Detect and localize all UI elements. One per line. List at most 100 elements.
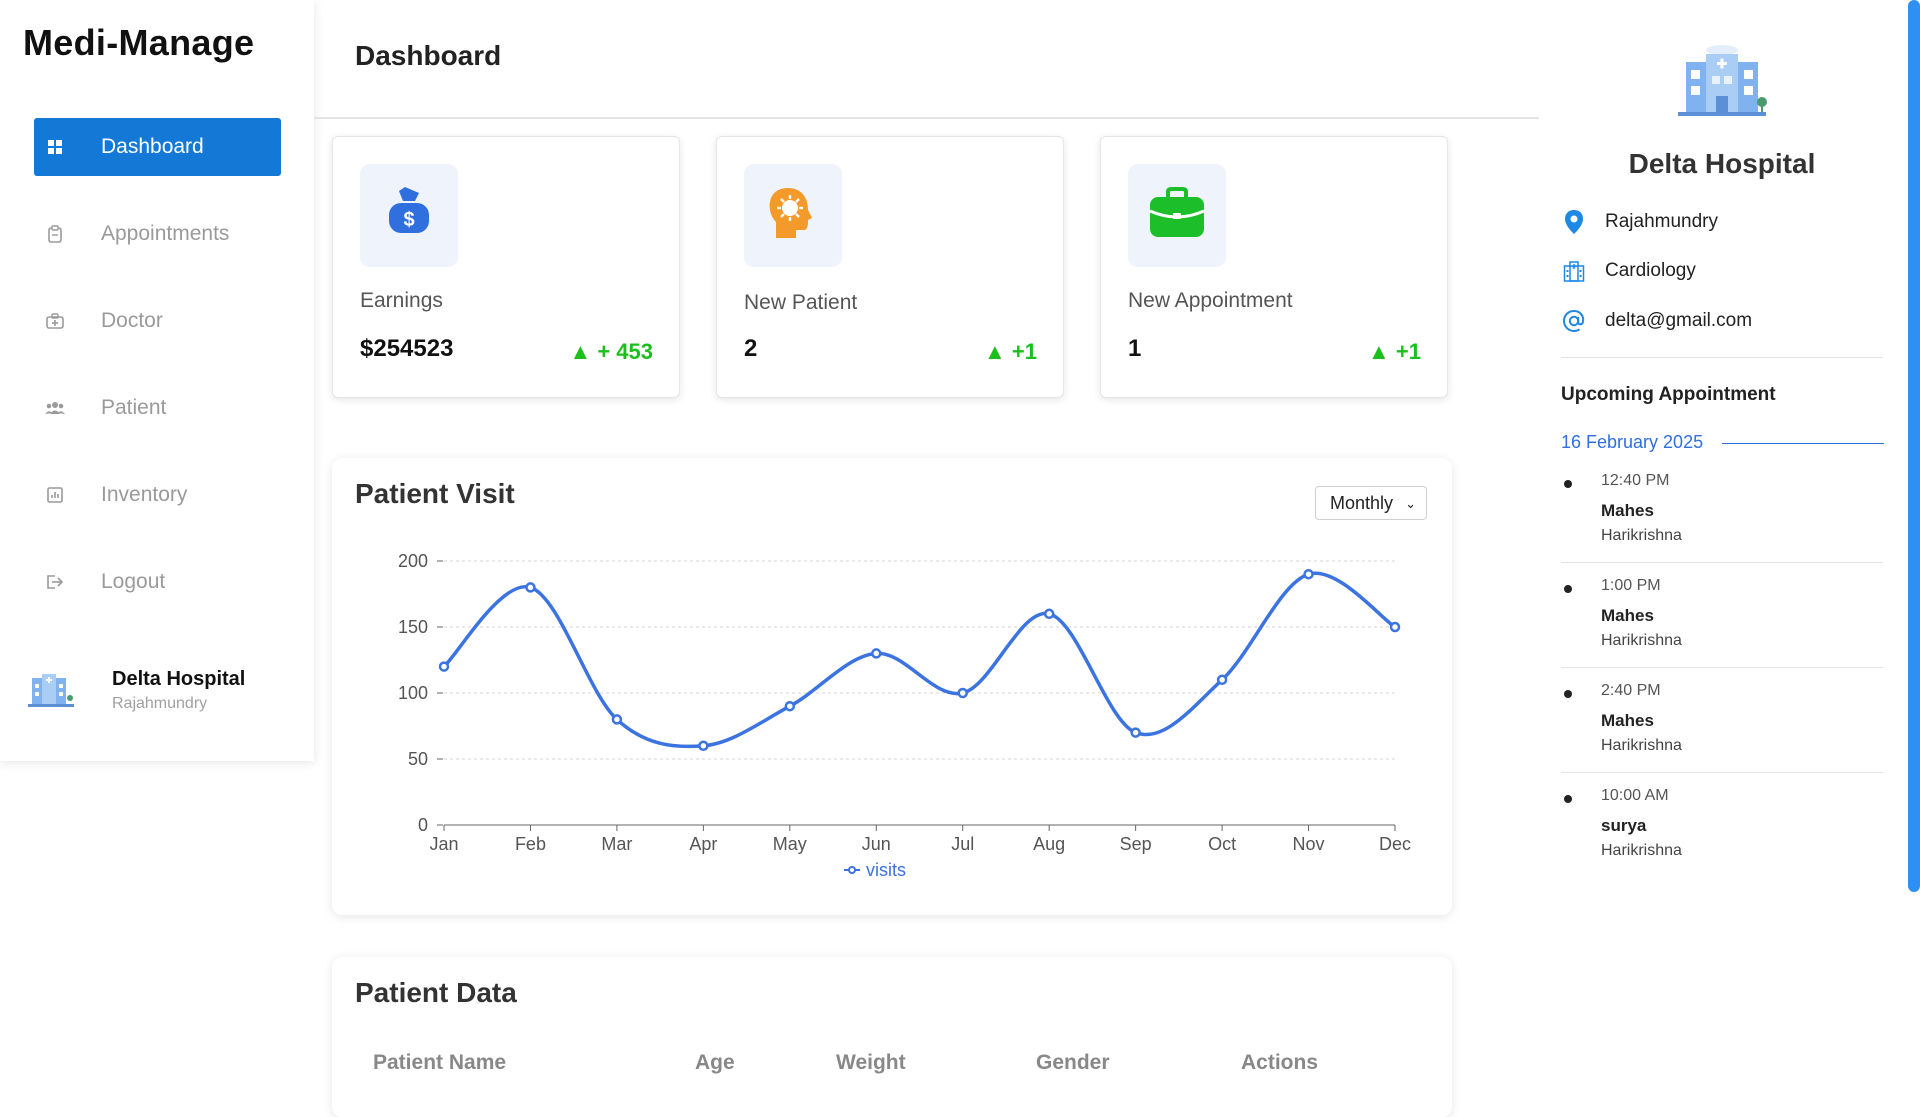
hospital-building-icon [1676,40,1768,125]
series-line [442,571,1396,749]
data-point [1043,608,1055,620]
sidebar-item-label: Doctor [101,309,163,332]
bullet-icon [1564,690,1572,698]
divider [1561,562,1883,563]
dashboard-icon [44,136,66,158]
x-tick-label: Nov [1293,834,1325,854]
appointment-item[interactable]: 1:00 PM Mahes Harikrishna [1561,577,1883,681]
x-tick-label: Jan [429,834,458,854]
hospital-email-text[interactable]: delta@gmail.com [1605,310,1752,332]
x-tick-label: Mar [601,834,632,854]
y-tick-label: 0 [418,815,428,835]
sidebar-item-label: Logout [101,570,166,593]
hospital-icon [1561,260,1587,282]
patient-data-card: Patient Data Patient Name Age Weight Gen… [332,957,1452,1117]
sidebar-item-label: Dashboard [101,135,204,158]
location-pin-icon [1561,209,1587,235]
appointment-item[interactable]: 12:40 PM Mahes Harikrishna [1561,472,1883,576]
briefcase-icon [1148,187,1206,244]
appointment-patient: Mahes [1601,711,1654,730]
earnings-card: $ Earnings $254523 ▲ + 453 [332,136,680,398]
up-arrow-icon: ▲ [1368,339,1396,364]
x-tick-label: Feb [515,834,546,854]
data-point [1130,727,1141,738]
column-header-actions: Actions [1241,1051,1319,1074]
sidebar-item-label: Inventory [101,483,188,506]
hospital-location: Rajahmundry [1561,207,1718,237]
y-tick-label: 150 [398,617,428,637]
earnings-label: Earnings [360,289,443,312]
divider [1561,667,1883,668]
patient-visit-chart: 0 50 100 150 200 Jan Feb Mar Apr May Jun Jul Aug Sep O… [398,551,1411,880]
x-tick-label: Oct [1208,834,1236,854]
data-point [525,582,536,593]
data-point [1216,674,1228,686]
sidebar-item-inventory[interactable]: Inventory [34,466,281,524]
appointment-patient: Mahes [1601,606,1654,625]
appointment-item[interactable]: 2:40 PM Mahes Harikrishna [1561,682,1883,786]
appointment-time: 10:00 AM [1601,787,1669,804]
earnings-value: $254523 [360,335,454,362]
data-point [611,714,623,725]
new-appointment-label: New Appointment [1128,289,1293,312]
header: Dashboard [314,0,1539,119]
hospital-info-panel: Delta Hospital Rajahmundry Cardiology de… [1539,0,1920,1080]
at-sign-icon [1561,309,1587,333]
logout-icon [44,571,66,593]
column-header-patient-name[interactable]: Patient Name [373,1051,506,1075]
svg-text:$: $ [403,209,414,231]
new-patient-label: New Patient [744,291,858,314]
patient-data-title: Patient Data [355,977,517,1008]
data-point [871,648,882,659]
appointment-time: 12:40 PM [1601,472,1670,489]
hospital-email: delta@gmail.com [1561,306,1752,336]
x-tick-label: Jul [951,834,974,854]
legend-marker [848,866,856,874]
sidebar-item-appointments[interactable]: Appointments [34,205,281,263]
legend-label: visits [866,860,906,880]
scrollbar[interactable] [1908,0,1920,892]
appointment-patient: Mahes [1601,501,1654,520]
data-point [698,740,709,752]
clipboard-icon [44,223,66,245]
appointment-doctor: Harikrishna [1601,527,1682,544]
new-patient-icon-box [744,164,842,267]
sidebar-item-doctor[interactable]: Doctor [34,292,281,350]
appointment-doctor: Harikrishna [1601,632,1682,649]
appointment-time: 2:40 PM [1601,682,1661,699]
new-appointment-value: 1 [1128,335,1142,362]
y-tick-label: 100 [398,683,428,703]
up-arrow-icon: ▲ [984,339,1012,364]
column-header-gender[interactable]: Gender [1036,1051,1110,1075]
column-header-age[interactable]: Age [695,1051,735,1075]
data-point [957,687,968,699]
hospital-city: Rajahmundry [112,695,208,712]
page-title: Dashboard [355,40,502,71]
users-icon [44,397,66,419]
x-tick-label: Jun [862,834,891,854]
money-bag-icon: $ [381,185,437,246]
x-tick-label: Dec [1379,834,1411,854]
sidebar-item-logout[interactable]: Logout [34,553,281,611]
hospital-name: Delta Hospital [112,668,246,690]
new-appointment-card: New Appointment 1 ▲ +1 [1100,136,1448,398]
appointment-item[interactable]: 10:00 AM surya Harikrishna [1561,787,1883,891]
divider [1561,772,1883,773]
y-tick-label: 50 [408,749,428,769]
sidebar-hospital-card: Delta Hospital Rajahmundry [28,668,298,718]
new-appointment-icon-box [1128,164,1226,267]
new-patient-delta: ▲ +1 [984,339,1037,364]
column-header-weight[interactable]: Weight [836,1051,906,1075]
x-tick-label: Sep [1120,834,1152,854]
bullet-icon [1564,795,1572,803]
sidebar-item-patient[interactable]: Patient [34,379,281,437]
x-tick-label: Aug [1033,834,1065,854]
appointment-time: 1:00 PM [1601,577,1661,594]
upcoming-appointment-title: Upcoming Appointment [1561,384,1776,405]
sidebar: Medi-Manage Dashboard Appointments Docto… [0,0,314,761]
sidebar-item-dashboard[interactable]: Dashboard [34,118,281,176]
patient-visit-card: Patient Visit Monthly ⌄ 0 50 100 150 200 Jan F… [332,458,1452,915]
sidebar-item-label: Patient [101,396,167,419]
hospital-department-text: Cardiology [1605,260,1696,281]
hospital-name: Delta Hospital [1628,148,1816,179]
